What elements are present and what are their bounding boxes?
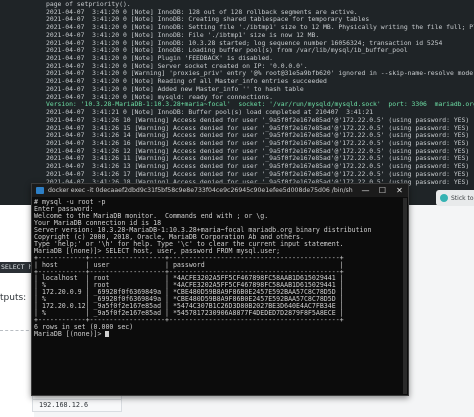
console-output[interactable]: # mysql -u root -p Enter password: Welcome… — [32, 197, 408, 338]
stick-to-label: Stick to — [451, 194, 474, 202]
console-scrollbar[interactable] — [403, 198, 407, 394]
webpage-fragment — [0, 205, 34, 417]
console-line: MariaDB [(none)]> — [34, 331, 408, 338]
text-cursor — [105, 331, 110, 338]
maximize-button[interactable]: ☐ — [374, 186, 391, 195]
window-titlebar[interactable]: docker exec -it 0decaaef2dbd9c31f5bf58c9… — [32, 184, 408, 197]
console-line-text: MariaDB [(none)]> — [34, 330, 106, 339]
background-log-terminal: page of setpriority(). 2021-04-07 3:41:20… — [0, 0, 474, 205]
stick-to-button[interactable]: Stick to — [436, 190, 474, 206]
dashed-divider — [0, 330, 34, 331]
console-app-icon — [36, 187, 44, 194]
docker-exec-window[interactable]: docker exec -it 0decaaef2dbd9c31f5bf58c9… — [31, 183, 409, 396]
minimize-button[interactable]: — — [357, 186, 374, 195]
close-button[interactable]: ✕ — [391, 186, 408, 195]
window-title: docker exec -it 0decaaef2dbd9c31f5bf58c9… — [48, 187, 353, 194]
sql-snippet-fragment: SELECT h — [0, 262, 34, 273]
outputs-heading-fragment: tputs: — [0, 293, 27, 303]
table-row: 192.168.12.6 — [32, 400, 122, 412]
stick-icon — [440, 194, 448, 202]
